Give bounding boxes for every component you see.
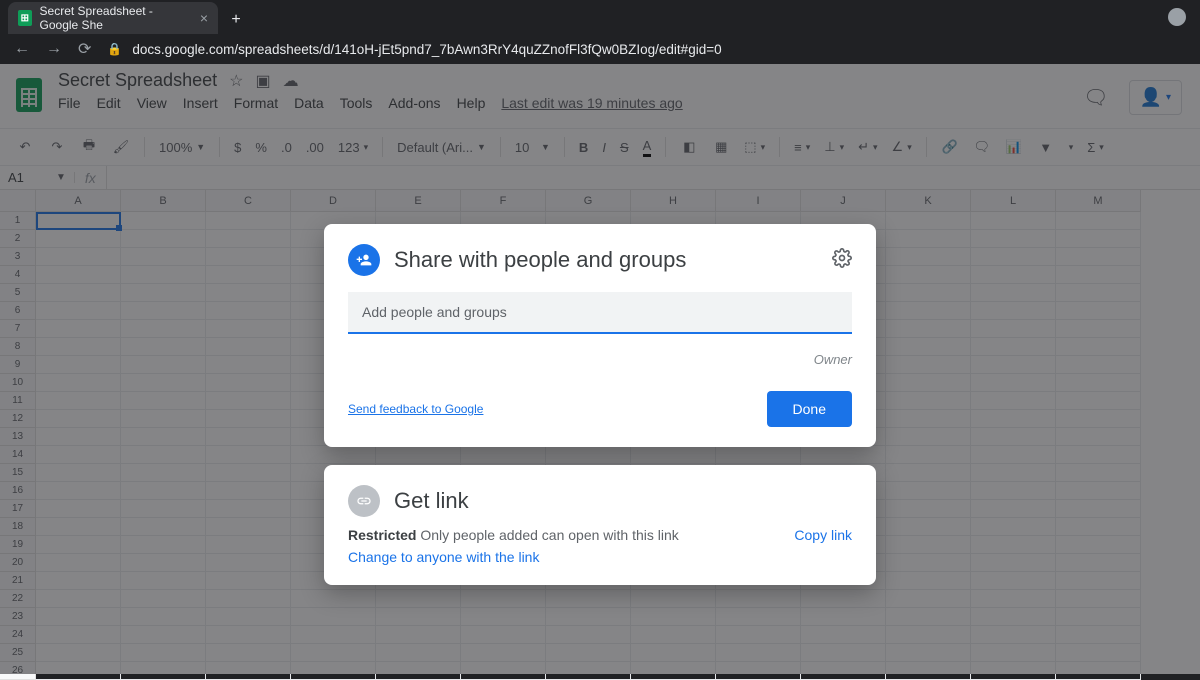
copy-link-button[interactable]: Copy link [794,527,852,543]
browser-chrome: ⊞ Secret Spreadsheet - Google She × + ← … [0,0,1200,64]
url-text: docs.google.com/spreadsheets/d/141oH-jEt… [132,42,721,57]
lock-icon: 🔒 [107,42,122,56]
get-link-dialog: Get link Restricted Only people added ca… [324,465,876,585]
profile-avatar[interactable] [1168,8,1186,26]
share-settings-gear-icon[interactable] [832,248,852,273]
send-feedback-link[interactable]: Send feedback to Google [348,402,483,416]
sheets-favicon: ⊞ [18,10,32,26]
forward-icon[interactable]: → [46,40,62,58]
done-button[interactable]: Done [767,391,852,427]
add-people-input[interactable] [348,292,852,334]
close-tab-icon[interactable]: × [200,10,208,26]
back-icon[interactable]: ← [14,40,30,58]
address-bar[interactable]: 🔒 docs.google.com/spreadsheets/d/141oH-j… [107,42,1186,57]
browser-tab[interactable]: ⊞ Secret Spreadsheet - Google She × [8,2,218,34]
change-link-access[interactable]: Change to anyone with the link [348,549,679,565]
share-dialog-title: Share with people and groups [394,247,686,273]
share-dialog: Share with people and groups Owner Send … [324,224,876,447]
link-icon [348,485,380,517]
new-tab-button[interactable]: + [222,6,250,34]
person-add-icon [348,244,380,276]
reload-icon[interactable]: ⟳ [78,39,91,59]
owner-label: Owner [348,352,852,367]
get-link-title: Get link [394,488,469,514]
tab-title: Secret Spreadsheet - Google She [40,4,192,32]
link-restriction-text: Restricted Only people added can open wi… [348,527,679,543]
